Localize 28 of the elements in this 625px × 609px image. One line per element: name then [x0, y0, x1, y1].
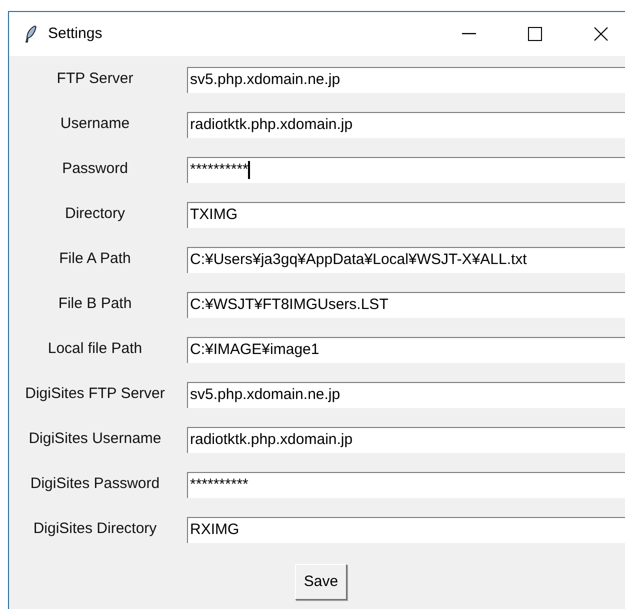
window-title: Settings — [48, 24, 102, 44]
field-label: Local file Path — [46, 339, 144, 360]
input-field[interactable]: radiotktk.php.xdomain.jp — [187, 426, 625, 452]
input-field[interactable]: C:¥Users¥ja3gq¥AppData¥Local¥WSJT-X¥ALL.txt — [187, 246, 625, 272]
field-label: Username — [59, 114, 131, 134]
field-label: DigiSites FTP Server — [24, 384, 166, 404]
field-label: DigiSites Directory — [32, 519, 158, 540]
field-label: DigiSites Password — [29, 474, 161, 494]
input-field[interactable]: ********** — [187, 472, 625, 498]
input-field[interactable]: sv5.php.xdomain.ne.jp — [187, 66, 625, 92]
field-label: DigiSites Username — [28, 429, 162, 450]
input-field[interactable]: radiotktk.php.xdomain.jp — [187, 112, 625, 138]
field-label: File A Path — [58, 249, 132, 270]
feather-icon — [25, 25, 37, 43]
input-field[interactable]: C:¥WSJT¥FT8IMGUsers.LST — [187, 292, 625, 318]
field-label: FTP Server — [56, 69, 134, 90]
minimize-icon[interactable] — [462, 33, 476, 35]
field-label: File B Path — [57, 294, 133, 314]
close-icon[interactable] — [594, 27, 608, 41]
maximize-icon[interactable] — [528, 27, 542, 41]
input-field[interactable]: C:¥IMAGE¥image1 — [187, 336, 625, 362]
save-button[interactable]: Save — [294, 564, 348, 600]
field-label: Directory — [64, 204, 126, 224]
field-label: Password — [61, 159, 129, 180]
input-field[interactable]: ********** — [187, 156, 625, 182]
input-field[interactable]: RXIMG — [187, 516, 625, 542]
input-field[interactable]: TXIMG — [187, 202, 625, 228]
input-field[interactable]: sv5.php.xdomain.ne.jp — [187, 382, 625, 408]
